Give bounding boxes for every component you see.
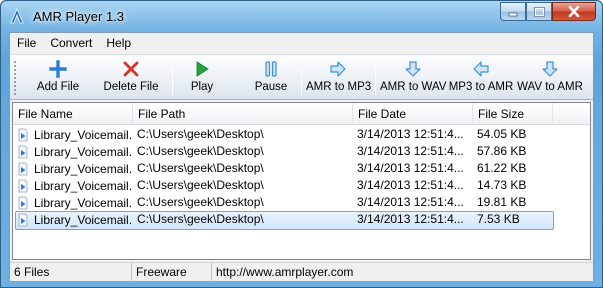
list-row-selected[interactable]: Library_Voicemail... C:\Users\geek\Deskt… bbox=[13, 211, 590, 230]
amr-to-wav-label: AMR to WAV bbox=[380, 81, 447, 93]
row-file-name: Library_Voicemail... bbox=[34, 195, 132, 210]
toolbar: Add File Delete File Play Pause AMR to M… bbox=[10, 54, 593, 100]
list-body: Library_Voicemail... C:\Users\geek\Deskt… bbox=[13, 126, 590, 230]
audio-file-icon bbox=[18, 128, 28, 141]
audio-file-icon bbox=[18, 196, 28, 209]
toolbar-separator bbox=[301, 61, 302, 95]
row-file-date: 3/14/2013 12:51:4... bbox=[357, 161, 464, 175]
row-file-date: 3/14/2013 12:51:4... bbox=[357, 195, 464, 209]
list-row[interactable]: Library_Voicemail... C:\Users\geek\Deskt… bbox=[13, 143, 590, 160]
row-file-name: Library_Voicemail... bbox=[34, 212, 132, 227]
play-label: Play bbox=[190, 81, 214, 93]
toolbar-grip[interactable] bbox=[13, 60, 17, 96]
row-file-date: 3/14/2013 12:51:4... bbox=[357, 127, 464, 141]
amr-to-mp3-label: AMR to MP3 bbox=[306, 81, 372, 93]
wav-to-amr-button[interactable]: WAV to AMR bbox=[516, 58, 584, 98]
row-file-path: C:\Users\geek\Desktop\ bbox=[137, 212, 264, 226]
add-file-label: Add File bbox=[36, 81, 80, 93]
audio-file-icon bbox=[18, 145, 28, 158]
minimize-icon bbox=[508, 12, 518, 16]
mp3-to-amr-button[interactable]: MP3 to AMR bbox=[448, 58, 514, 98]
window-title: AMR Player 1.3 bbox=[33, 9, 125, 24]
maximize-button[interactable] bbox=[526, 2, 552, 21]
row-file-size: 61.22 KB bbox=[477, 161, 527, 175]
app-logo-icon bbox=[10, 8, 24, 24]
maximize-icon bbox=[533, 6, 545, 17]
row-file-path: C:\Users\geek\Desktop\ bbox=[137, 127, 264, 141]
row-file-size: 7.53 KB bbox=[477, 212, 520, 226]
row-file-name: Library_Voicemail... bbox=[34, 127, 132, 142]
row-file-size: 57.86 KB bbox=[477, 144, 527, 158]
arrow-down-icon bbox=[542, 61, 558, 77]
list-header: File Name File Path File Date File Size bbox=[13, 103, 590, 125]
row-file-size: 19.81 KB bbox=[477, 195, 527, 209]
column-file-path[interactable]: File Path bbox=[133, 103, 353, 125]
title-bar[interactable]: AMR Player 1.3 bbox=[1, 1, 602, 31]
row-file-name: Library_Voicemail... bbox=[34, 144, 132, 159]
menu-convert[interactable]: Convert bbox=[43, 33, 99, 54]
row-file-name: Library_Voicemail... bbox=[34, 161, 132, 176]
pause-icon bbox=[265, 61, 277, 77]
arrow-down-icon bbox=[405, 61, 421, 77]
column-file-name[interactable]: File Name bbox=[13, 103, 133, 125]
menu-file[interactable]: File bbox=[10, 33, 43, 54]
status-file-count: 6 Files bbox=[10, 263, 132, 282]
row-file-date: 3/14/2013 12:51:4... bbox=[357, 212, 464, 226]
close-icon bbox=[568, 6, 580, 17]
row-file-path: C:\Users\geek\Desktop\ bbox=[137, 195, 264, 209]
mp3-to-amr-label: MP3 to AMR bbox=[448, 81, 514, 93]
row-file-path: C:\Users\geek\Desktop\ bbox=[137, 144, 264, 158]
caption-buttons bbox=[500, 2, 596, 21]
delete-file-button[interactable]: Delete File bbox=[95, 58, 167, 98]
amr-to-wav-button[interactable]: AMR to WAV bbox=[380, 58, 446, 98]
toolbar-separator bbox=[375, 61, 376, 95]
minimize-button[interactable] bbox=[500, 2, 526, 21]
close-button[interactable] bbox=[552, 2, 596, 21]
app-window: AMR Player 1.3 File Convert Help Add Fil… bbox=[0, 0, 603, 288]
row-file-size: 54.05 KB bbox=[477, 127, 527, 141]
delete-file-label: Delete File bbox=[103, 81, 159, 93]
audio-file-icon bbox=[18, 162, 28, 175]
pause-label: Pause bbox=[254, 81, 288, 93]
menu-help[interactable]: Help bbox=[99, 33, 138, 54]
pause-button[interactable]: Pause bbox=[246, 58, 296, 98]
column-file-size[interactable]: File Size bbox=[473, 103, 553, 125]
play-icon bbox=[196, 61, 209, 77]
delete-x-icon bbox=[123, 61, 139, 77]
row-file-size: 14.73 KB bbox=[477, 178, 527, 192]
audio-file-icon bbox=[18, 179, 28, 192]
row-file-path: C:\Users\geek\Desktop\ bbox=[137, 161, 264, 175]
row-file-name: Library_Voicemail... bbox=[34, 178, 132, 193]
amr-to-mp3-button[interactable]: AMR to MP3 bbox=[306, 58, 372, 98]
arrow-left-icon bbox=[473, 61, 489, 77]
file-list[interactable]: File Name File Path File Date File Size … bbox=[12, 102, 591, 260]
plus-icon bbox=[49, 60, 67, 78]
audio-file-icon bbox=[18, 213, 28, 226]
row-file-path: C:\Users\geek\Desktop\ bbox=[137, 178, 264, 192]
list-row[interactable]: Library_Voicemail... C:\Users\geek\Deskt… bbox=[13, 160, 590, 177]
menu-bar: File Convert Help bbox=[10, 33, 593, 54]
row-file-date: 3/14/2013 12:51:4... bbox=[357, 144, 464, 158]
status-bar: 6 Files Freeware http://www.amrplayer.co… bbox=[10, 262, 593, 282]
add-file-button[interactable]: Add File bbox=[24, 58, 92, 98]
list-row[interactable]: Library_Voicemail... C:\Users\geek\Deskt… bbox=[13, 194, 590, 211]
list-row[interactable]: Library_Voicemail... C:\Users\geek\Deskt… bbox=[13, 177, 590, 194]
arrow-right-icon bbox=[330, 61, 346, 77]
list-row[interactable]: Library_Voicemail... C:\Users\geek\Deskt… bbox=[13, 126, 590, 143]
client-area: File Convert Help Add File Delete File P… bbox=[9, 32, 594, 282]
toolbar-separator bbox=[172, 61, 173, 95]
row-file-date: 3/14/2013 12:51:4... bbox=[357, 178, 464, 192]
column-filler bbox=[553, 103, 590, 125]
status-url-link[interactable]: http://www.amrplayer.com bbox=[212, 263, 593, 282]
play-button[interactable]: Play bbox=[178, 58, 226, 98]
status-license: Freeware bbox=[132, 263, 212, 282]
column-file-date[interactable]: File Date bbox=[353, 103, 473, 125]
wav-to-amr-label: WAV to AMR bbox=[517, 81, 583, 93]
